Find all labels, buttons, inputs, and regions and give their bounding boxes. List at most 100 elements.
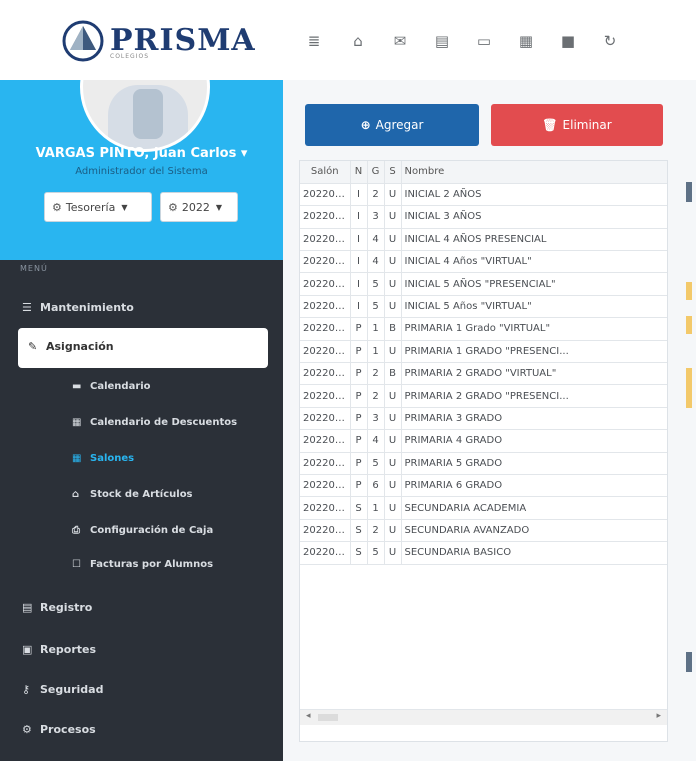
table-row[interactable]: 2022008 P 3 U PRIMARIA 3 GRADO [300,407,667,431]
user-name-text: VARGAS PINTO, Juan Carlos [35,146,237,161]
add-button[interactable]: ⊕ Agregar [305,104,479,146]
cell-salon: 2022003 [300,205,351,229]
mail-icon[interactable]: ✉ [389,30,411,52]
sidebar-item-reportes[interactable]: ▣ Reportes [22,638,96,660]
table-row[interactable]: 2022009 P 4 U PRIMARIA 4 GRADO [300,429,667,453]
sidebar-item-asignacion[interactable]: ✎ Asignación [18,328,268,368]
home-icon[interactable]: ⌂ [347,30,369,52]
cell-grado: 2 [367,362,385,386]
document-icon[interactable]: ▤ [431,30,453,52]
cell-nombre: PRIMARIA 2 GRADO "VIRTUAL" [401,362,667,386]
screen-icon[interactable]: ■ [557,30,579,52]
list-icon[interactable]: ≣ [303,30,325,52]
file-icon: ▣ [22,642,33,656]
sidebar-subitem-calendario-descuentos[interactable]: ▦ Calendario de Descuentos [72,412,237,432]
cell-nivel: P [350,407,368,431]
user-name[interactable]: VARGAS PINTO, Juan Carlos ▾ [0,146,283,161]
cell-seccion: U [384,519,402,543]
cell-nombre: INICIAL 5 Años "VIRTUAL" [401,295,667,319]
user-profile-panel: VARGAS PINTO, Juan Carlos ▾ Administrado… [0,80,283,260]
cell-nombre: PRIMARIA 1 Grado "VIRTUAL" [401,317,667,341]
column-header-nombre[interactable]: Nombre [401,161,667,184]
cell-seccion: U [384,228,402,252]
sidebar-item-label: Asignación [46,340,114,353]
sidebar-subitem-salones[interactable]: ▦ Salones [72,448,134,468]
table-row[interactable]: 2022006 P 1 U PRIMARIA 1 GRADO "PRESENCI... [300,340,667,364]
scroll-right-icon[interactable]: ▸ [656,711,661,721]
cell-nivel: S [350,541,368,565]
sidebar-subitem-label: Calendario de Descuentos [90,416,238,428]
horizontal-scrollbar[interactable]: ◂ ▸ [300,709,667,725]
right-edge-marker [686,282,692,300]
table-row[interactable]: 2022014 S 5 U SECUNDARIA BASICO [300,541,667,565]
table-row[interactable]: 2022017 P 1 B PRIMARIA 1 Grado "VIRTUAL" [300,317,667,341]
cell-seccion: U [384,452,402,475]
column-header-salon[interactable]: Salón [300,161,351,184]
sidebar-item-registro[interactable]: ▤ Registro [22,596,92,618]
sidebar-subitem-label: Salones [90,452,135,464]
delete-button[interactable]: 🗑 Eliminar [491,104,663,146]
area-select-value: Tesorería [65,200,116,214]
cell-salon: 2022012 [300,496,351,520]
column-header-seccion[interactable]: S [384,161,402,184]
cell-nivel: I [350,272,368,296]
sidebar-subitem-configuracion-caja[interactable]: ⎙ Configuración de Caja [72,520,213,540]
cell-nombre: SECUNDARIA AVANZADO [401,519,667,543]
table-icon: ▤ [22,600,33,614]
table-row[interactable]: 2022012 S 1 U SECUNDARIA ACADEMIA [300,496,667,520]
table-row[interactable]: 2022018 P 2 B PRIMARIA 2 GRADO "VIRTUAL" [300,362,667,386]
sidebar-item-label: Procesos [40,722,96,736]
column-header-grado[interactable]: G [367,161,385,184]
cell-grado: 4 [367,429,385,453]
sidebar-item-mantenimiento[interactable]: ☰ Mantenimiento [22,296,134,318]
table-row[interactable]: 2022005 I 5 U INICIAL 5 AÑOS "PRESENCIAL" [300,272,667,296]
cell-nombre: INICIAL 5 AÑOS "PRESENCIAL" [401,272,667,296]
cell-nombre: SECUNDARIA BASICO [401,541,667,565]
table-row[interactable]: 2022001 I 2 U INICIAL 2 AÑOS [300,183,667,207]
key-icon: ⚷ [22,682,31,696]
table-row[interactable]: 2022007 P 2 U PRIMARIA 2 GRADO "PRESENCI... [300,384,667,408]
cell-grado: 2 [367,183,385,207]
sidebar-subitem-calendario[interactable]: ▬ Calendario [72,376,151,396]
user-menu-caret-icon: ▾ [240,146,248,161]
sidebar-item-procesos[interactable]: ⚙ Procesos [22,718,96,740]
cash-icon: ⎙ [72,524,80,536]
table-header-row: Salón N G S Nombre [300,161,667,184]
chevron-down-icon: ▼ [215,202,223,212]
cell-nivel: I [350,228,368,252]
cell-grado: 4 [367,228,385,252]
table-row[interactable]: 2022011 P 6 U PRIMARIA 6 GRADO [300,474,667,498]
calendar-icon[interactable]: ▦ [515,30,537,52]
cell-nombre: INICIAL 4 AÑOS PRESENCIAL [401,228,667,252]
cell-salon: 2022015 [300,250,351,274]
sidebar-item-seguridad[interactable]: ⚷ Seguridad [22,678,103,700]
avatar [80,80,210,152]
table-row[interactable]: 2022003 I 3 U INICIAL 3 AÑOS [300,205,667,229]
year-select[interactable]: ⚙ 2022 ▼ [160,192,238,222]
area-select[interactable]: ⚙ Tesorería ▼ [44,192,152,222]
scroll-left-icon[interactable]: ◂ [306,711,311,721]
cell-seccion: U [384,340,402,364]
cell-salon: 2022001 [300,183,351,207]
cell-seccion: B [384,362,402,386]
sidebar-subitem-facturas-alumnos[interactable]: ☐ Facturas por Alumnos [72,554,213,574]
table-row[interactable]: 2022013 S 2 U SECUNDARIA AVANZADO [300,519,667,543]
table-row[interactable]: 2022004 I 4 U INICIAL 4 AÑOS PRESENCIAL [300,228,667,252]
scrollbar-thumb[interactable] [318,714,338,721]
table-row[interactable]: 2022016 I 5 U INICIAL 5 Años "VIRTUAL" [300,295,667,319]
table-row[interactable]: 2022015 I 4 U INICIAL 4 Años "VIRTUAL" [300,250,667,274]
refresh-icon[interactable]: ↻ [599,30,621,52]
cell-nombre: INICIAL 4 Años "VIRTUAL" [401,250,667,274]
sidebar-subitem-stock-articulos[interactable]: ⌂ Stock de Artículos [72,484,193,504]
cell-grado: 1 [367,317,385,341]
table-row[interactable]: 2022010 P 5 U PRIMARIA 5 GRADO [300,452,667,475]
chevron-down-icon: ▼ [121,202,128,212]
brand-logo[interactable]: PRISMA COLEGIOS [62,20,256,62]
cell-salon: 2022014 [300,541,351,565]
cell-grado: 4 [367,250,385,274]
settings-icon: ⚙ [52,200,62,214]
cell-salon: 2022016 [300,295,351,319]
column-header-nivel[interactable]: N [350,161,368,184]
table-body: 2022001 I 2 U INICIAL 2 AÑOS 2022003 I 3 U INICIA… [300,183,667,565]
monitor-icon[interactable]: ▭ [473,30,495,52]
